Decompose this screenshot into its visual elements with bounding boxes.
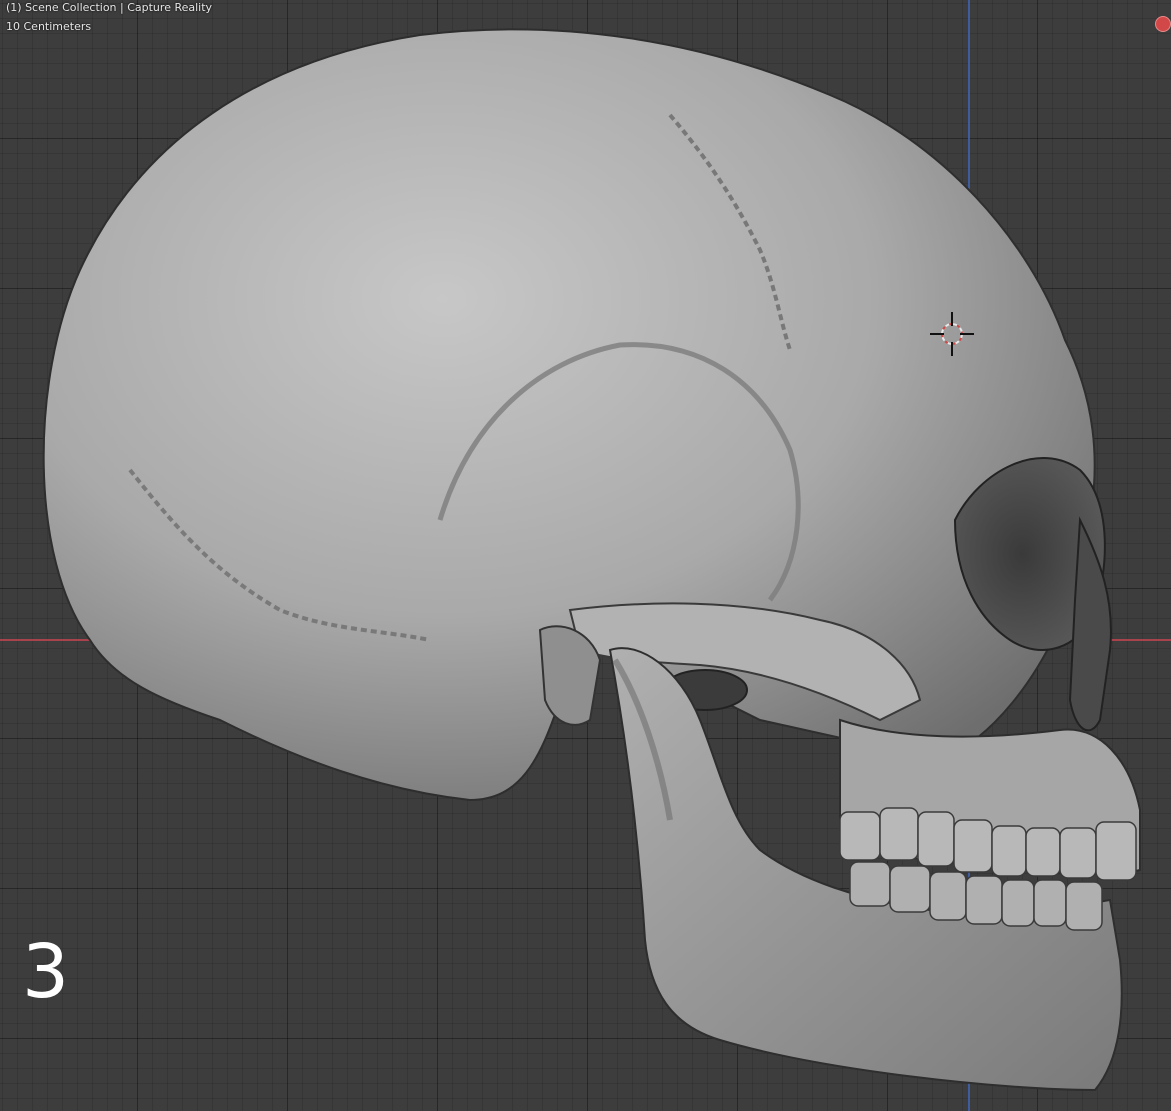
viewport-header-title: (1) Scene Collection | Capture Reality — [6, 1, 213, 14]
record-dot-icon[interactable] — [1155, 16, 1171, 32]
3d-cursor-icon[interactable] — [930, 312, 974, 356]
3d-viewport[interactable]: (1) Scene Collection | Capture Reality 1… — [0, 0, 1171, 1111]
step-number: 3 — [22, 929, 70, 1015]
grid-scale-label: 10 Centimeters — [6, 20, 92, 33]
skull-model[interactable] — [0, 0, 1171, 1111]
